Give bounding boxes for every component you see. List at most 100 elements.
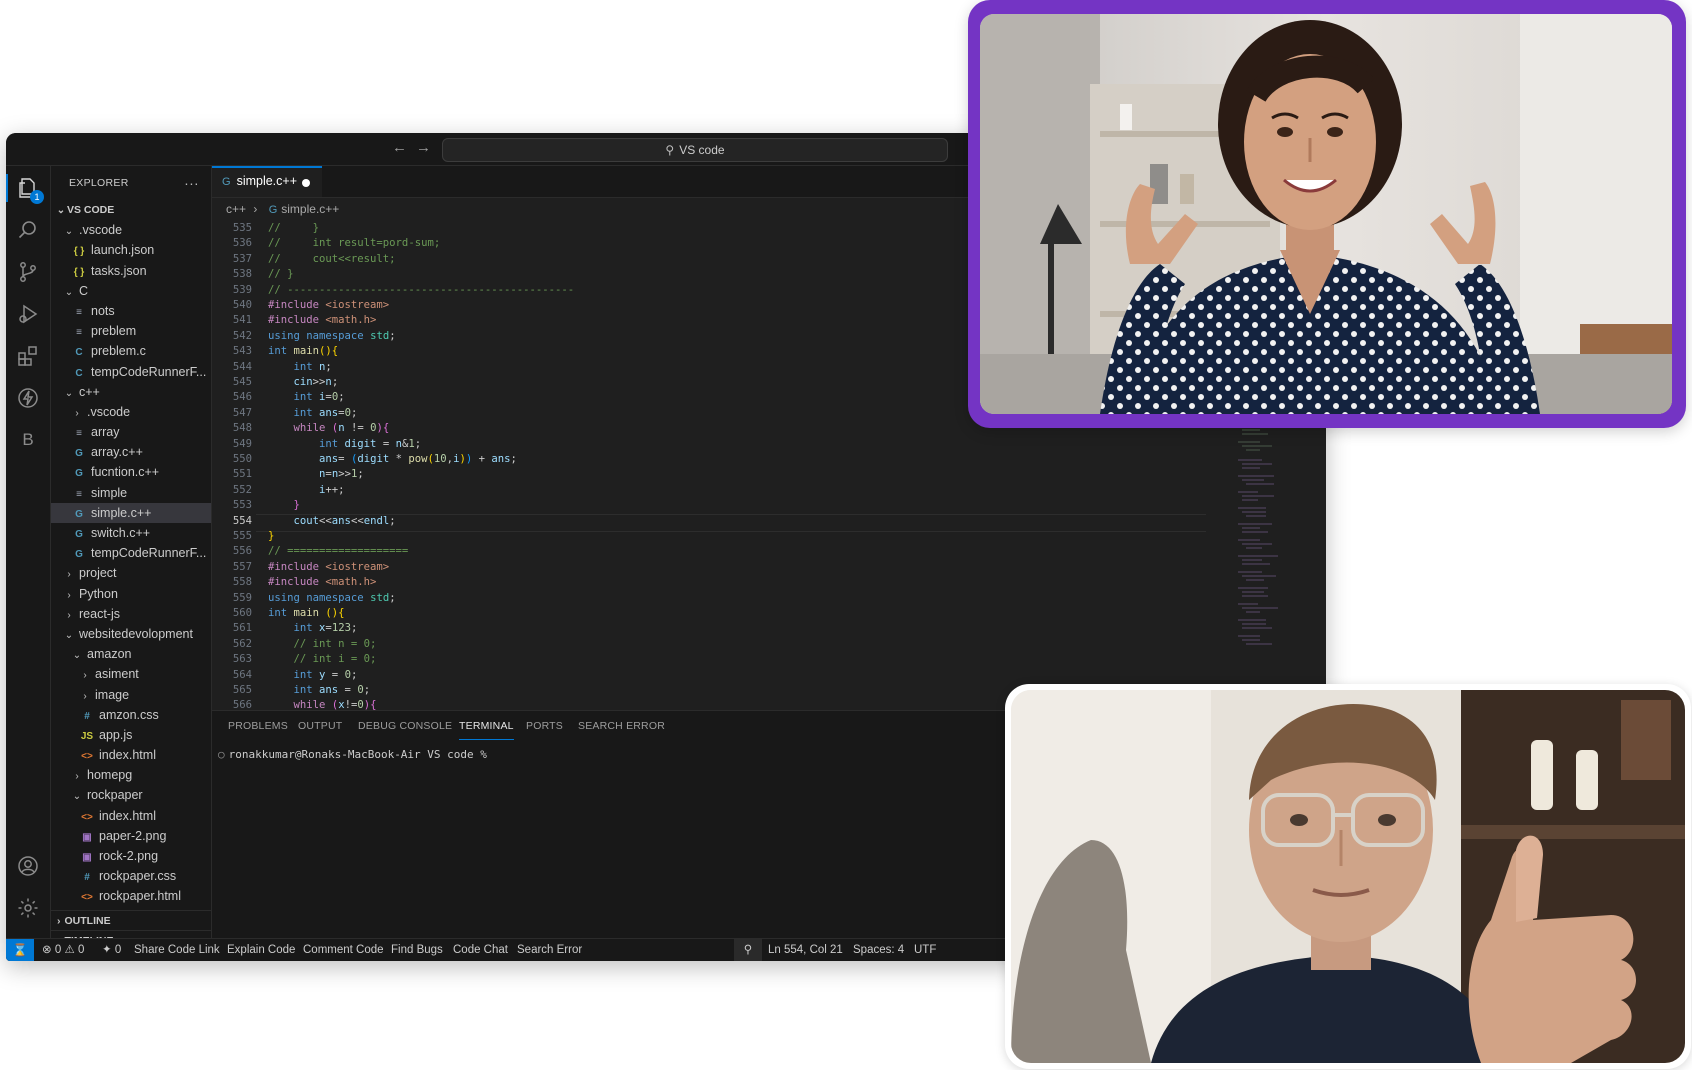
- explorer-item[interactable]: { } tasks.json: [51, 261, 211, 281]
- panel-tab[interactable]: PROBLEMS: [228, 720, 288, 732]
- panel-tab[interactable]: TERMINAL: [459, 720, 514, 740]
- chevron-down-icon: ⌄: [64, 387, 74, 399]
- source-control-icon[interactable]: [6, 252, 50, 292]
- line-number: 545: [232, 376, 252, 388]
- panel-tab[interactable]: OUTPUT: [298, 720, 342, 732]
- tab-simple-cpp[interactable]: Gsimple.c++: [212, 166, 322, 197]
- search-icon: ⚲: [665, 143, 675, 157]
- ports-indicator[interactable]: ✦ 0: [102, 939, 121, 961]
- code-line: while (x!=0){: [268, 699, 377, 710]
- explorer-item[interactable]: { } launch.json: [51, 240, 211, 260]
- code-token: <iostream>: [325, 560, 390, 573]
- explorer-item[interactable]: GtempCodeRunnerF...: [51, 543, 211, 563]
- explorer-item[interactable]: ≡ array: [51, 422, 211, 442]
- status-action-comment-code[interactable]: Comment Code: [303, 939, 384, 961]
- explorer-item[interactable]: Cpreblem.c: [51, 341, 211, 361]
- explorer-item[interactable]: Gswitch.c++: [51, 523, 211, 543]
- explorer-item[interactable]: ⌄ rockpaper: [51, 785, 211, 805]
- code-line: #include <iostream>: [268, 299, 389, 311]
- search-icon[interactable]: [6, 210, 50, 250]
- status-action-share-code-link[interactable]: Share Code Link: [134, 939, 220, 961]
- outline-section[interactable]: › OUTLINE: [51, 910, 211, 931]
- settings-gear-icon[interactable]: [6, 888, 50, 928]
- explorer-item[interactable]: › homepg: [51, 765, 211, 785]
- explorer-item[interactable]: › project: [51, 563, 211, 583]
- code-line: // -------------------------------------…: [268, 284, 574, 296]
- explorer-item[interactable]: ⌄ C: [51, 281, 211, 301]
- explorer-item[interactable]: › react-js: [51, 604, 211, 624]
- b-extension-icon[interactable]: B: [6, 420, 50, 460]
- status-action-find-bugs[interactable]: Find Bugs: [391, 939, 443, 961]
- remote-indicator-icon[interactable]: ⌛: [6, 939, 34, 961]
- status-action-search-error[interactable]: Search Error: [517, 939, 582, 961]
- file-tree: ⌄ .vscode{ } launch.json{ } tasks.json ⌄ C ≡ no…: [51, 220, 211, 906]
- explorer-item[interactable]: JS app.js: [51, 725, 211, 745]
- code-token: ;: [363, 684, 371, 696]
- explorer-item[interactable]: <> index.html: [51, 745, 211, 765]
- workspace-root[interactable]: ⌄ VS CODE: [51, 200, 211, 220]
- explorer-item[interactable]: ≡ nots: [51, 301, 211, 321]
- account-icon[interactable]: [6, 846, 50, 886]
- explorer-item[interactable]: ⌄ c++: [51, 382, 211, 402]
- back-arrow-icon[interactable]: ←: [392, 140, 407, 156]
- explorer-item[interactable]: CtempCodeRunnerF...: [51, 362, 211, 382]
- unsaved-dot-icon[interactable]: [302, 179, 310, 187]
- line-number: 547: [232, 406, 252, 419]
- code-token: // }: [268, 268, 294, 281]
- code-token: // int n = 0;: [293, 637, 377, 650]
- code-line: cin>>n;: [268, 376, 339, 388]
- terminal-status-circle-icon: ○: [218, 748, 225, 761]
- explorer-item[interactable]: › asiment: [51, 664, 211, 684]
- chevron-right-icon: ›: [83, 690, 87, 702]
- run-debug-icon[interactable]: [6, 294, 50, 334]
- explorer-item[interactable]: Gsimple.c++: [51, 502, 211, 523]
- panel-tab[interactable]: PORTS: [526, 720, 563, 732]
- explorer-item[interactable]: › Python: [51, 584, 211, 604]
- line-number: 556: [232, 545, 252, 558]
- video-tile-participant-2[interactable]: [1005, 684, 1691, 1069]
- forward-arrow-icon[interactable]: →: [416, 140, 431, 156]
- explorer-item[interactable]: Gfucntion.c++: [51, 462, 211, 482]
- broadcast-icon: ✦: [102, 944, 112, 956]
- indentation[interactable]: Spaces: 4: [853, 939, 904, 961]
- more-actions-icon[interactable]: ···: [184, 175, 199, 191]
- problems-indicator[interactable]: ⊗ 0 ⚠ 0: [42, 939, 84, 961]
- panel-tab[interactable]: SEARCH ERROR: [578, 720, 665, 732]
- extensions-icon[interactable]: [6, 336, 50, 376]
- breadcrumb-folder[interactable]: c++: [226, 202, 246, 216]
- explorer-item-label: index.html: [99, 748, 156, 763]
- explorer-item[interactable]: ⌄ websitedevolopment: [51, 624, 211, 644]
- status-action-explain-code[interactable]: Explain Code: [227, 939, 295, 961]
- explorer-item[interactable]: <> rockpaper.html: [51, 886, 211, 906]
- lightning-extension-icon[interactable]: [6, 378, 50, 418]
- panel-tab[interactable]: DEBUG CONSOLE: [358, 720, 452, 732]
- line-number: 535: [232, 222, 252, 234]
- explorer-item[interactable]: › .vscode: [51, 402, 211, 422]
- explorer-item[interactable]: ⌄ amazon: [51, 644, 211, 664]
- breadcrumb-file[interactable]: simple.c++: [281, 202, 339, 216]
- zoom-search-icon[interactable]: ⚲: [734, 939, 762, 961]
- video-tile-participant-1[interactable]: [968, 0, 1686, 428]
- command-center-search[interactable]: ⚲ VS code: [442, 138, 948, 162]
- code-token: cin: [293, 376, 313, 388]
- explorer-item[interactable]: ▣ rock-2.png: [51, 846, 211, 866]
- explorer-item[interactable]: # rockpaper.css: [51, 866, 211, 886]
- explorer-item-label: rockpaper: [87, 788, 143, 803]
- explorer-icon[interactable]: 1: [6, 168, 50, 208]
- explorer-item[interactable]: # amzon.css: [51, 705, 211, 725]
- explorer-item[interactable]: ▣ paper-2.png: [51, 826, 211, 846]
- explorer-item[interactable]: ≡ preblem: [51, 321, 211, 341]
- status-action-code-chat[interactable]: Code Chat: [453, 939, 508, 961]
- explorer-item[interactable]: ≡ simple: [51, 483, 211, 503]
- explorer-item-label: array: [91, 425, 120, 440]
- cursor-position[interactable]: Ln 554, Col 21: [768, 939, 843, 961]
- explorer-item[interactable]: <> index.html: [51, 806, 211, 826]
- code-token: while: [293, 699, 332, 710]
- explorer-item[interactable]: Garray.c++: [51, 442, 211, 462]
- explorer-item[interactable]: ⌄ .vscode: [51, 220, 211, 240]
- explorer-item[interactable]: › image: [51, 685, 211, 705]
- encoding[interactable]: UTF: [914, 939, 936, 961]
- terminal[interactable]: ○ ronakkumar@Ronaks-MacBook-Air VS code %: [218, 748, 487, 761]
